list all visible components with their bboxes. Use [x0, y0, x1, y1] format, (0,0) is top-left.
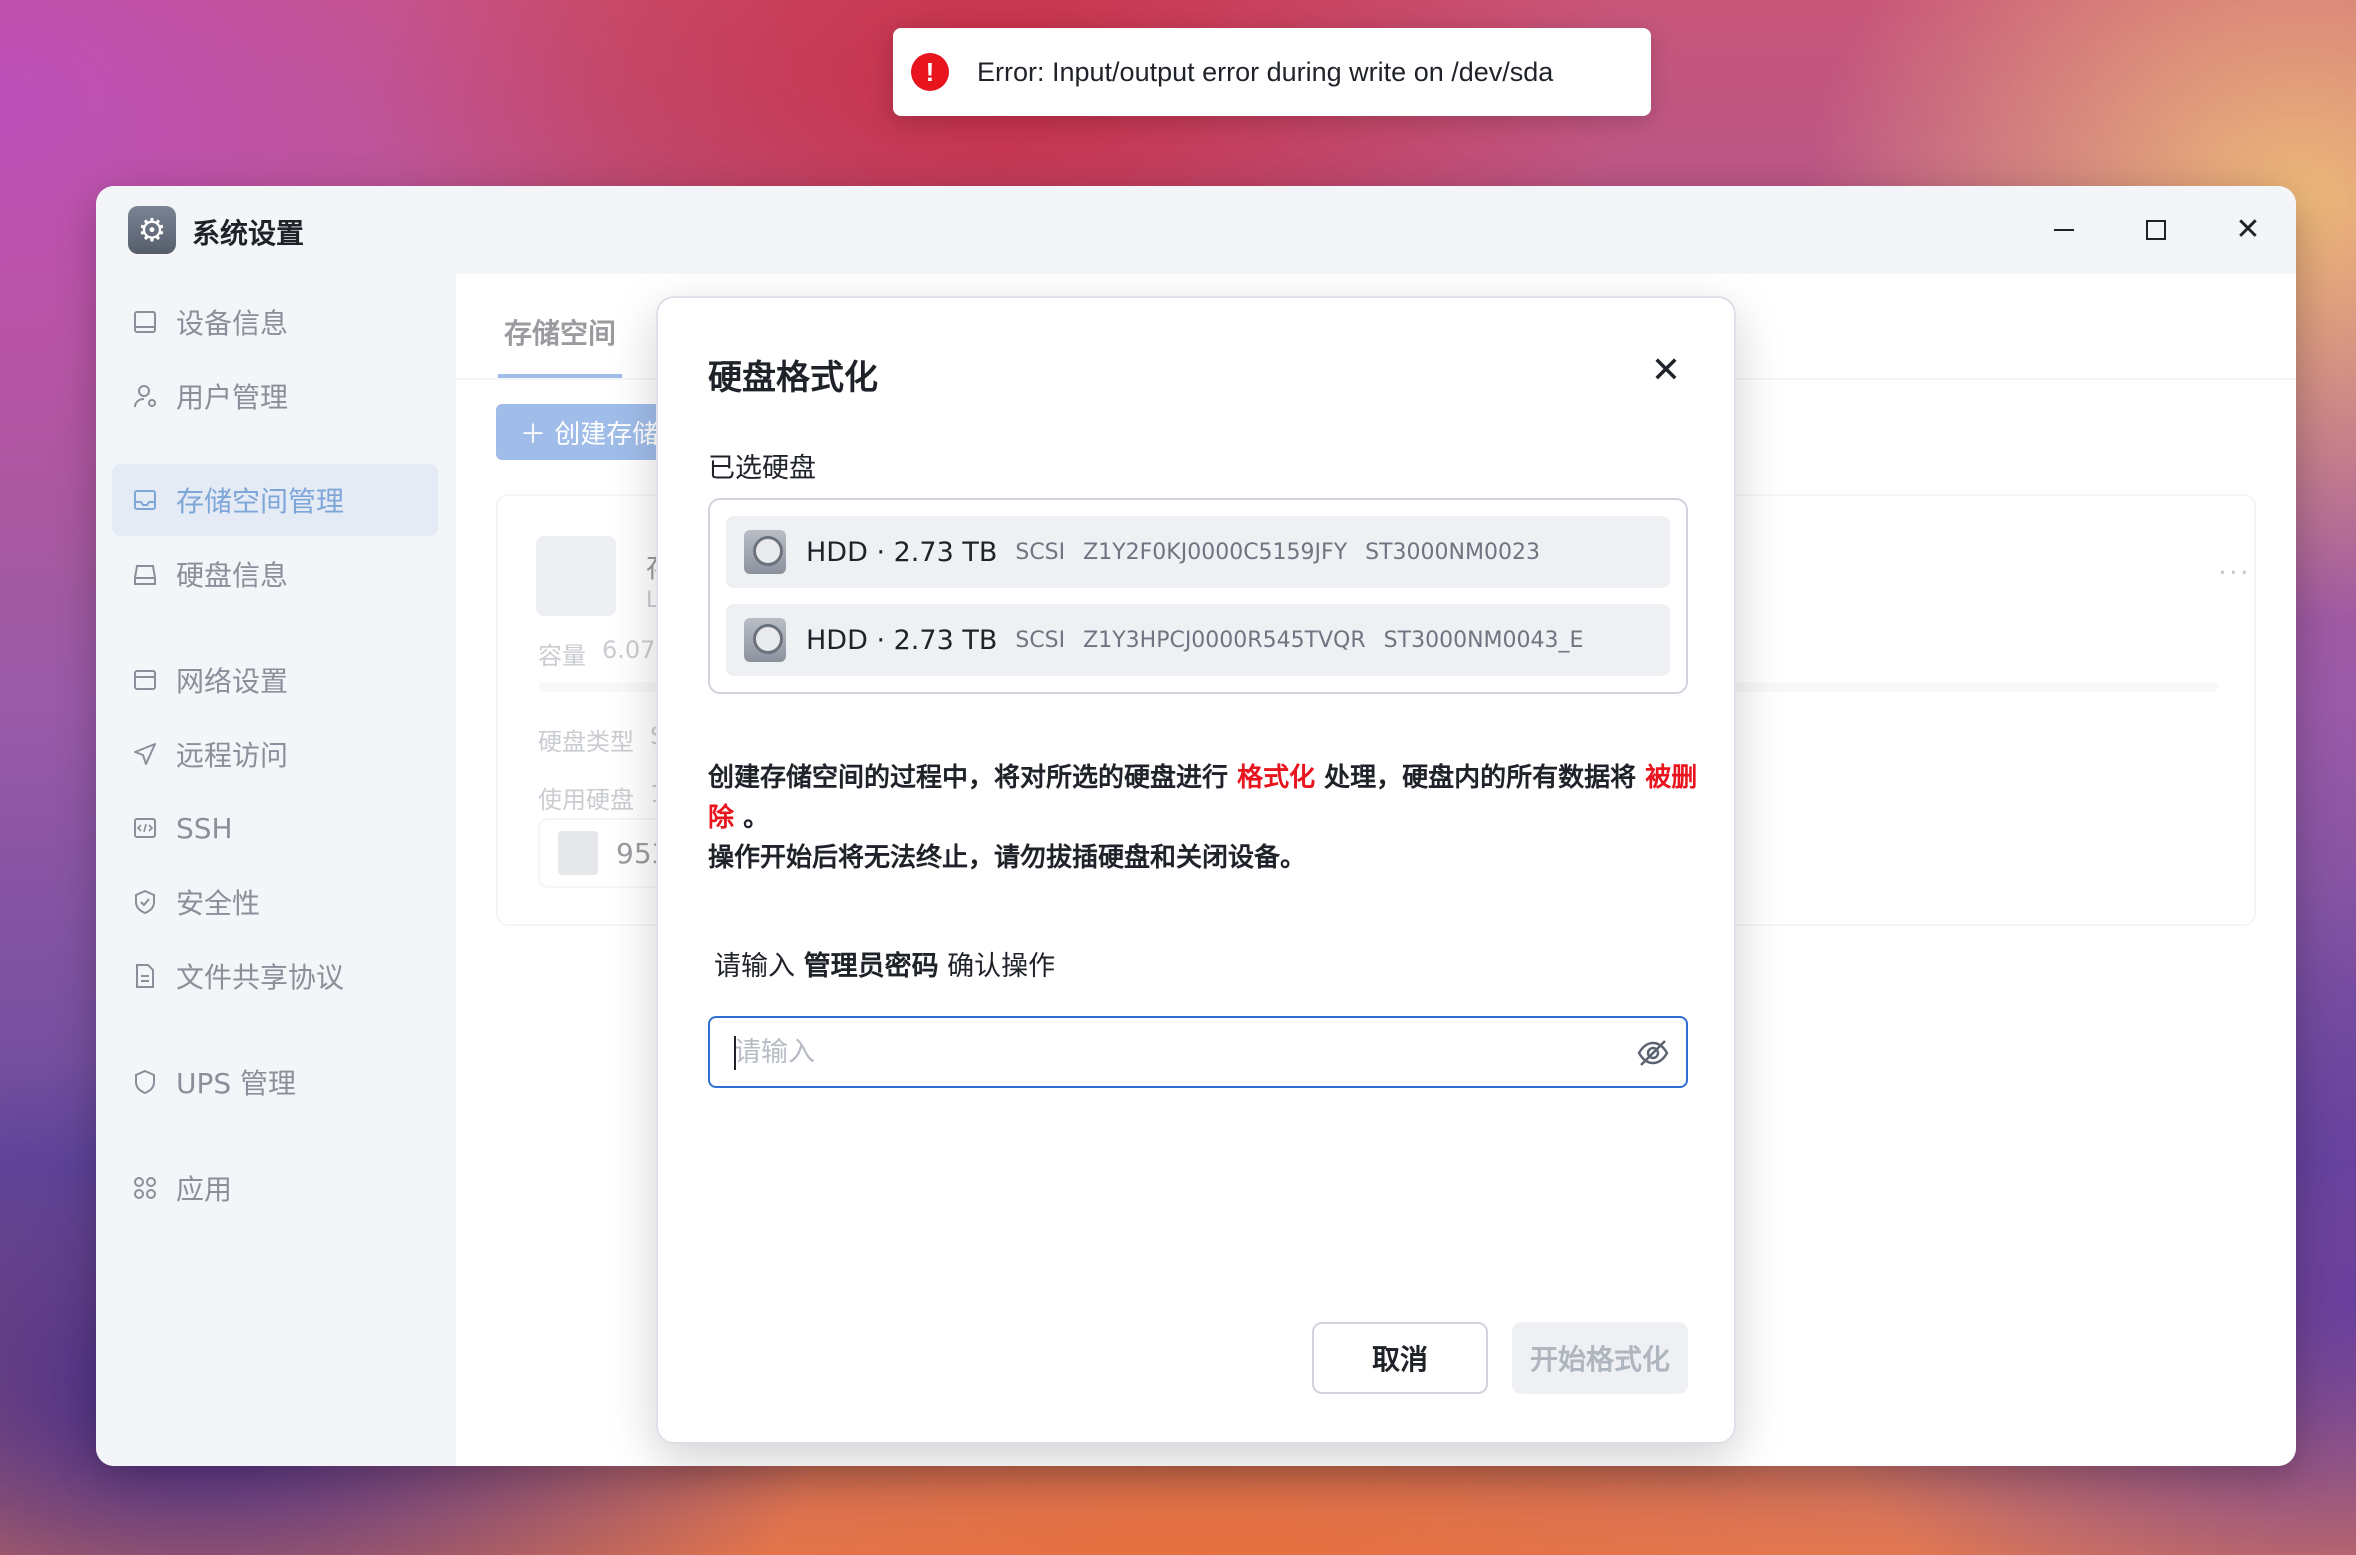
sidebar-item-label: UPS 管理: [176, 1067, 297, 1100]
apps-icon: [130, 1173, 160, 1203]
shield-check-icon: [130, 887, 160, 917]
disk-model: ST3000NM0023: [1365, 539, 1540, 565]
sidebar-item-label: 远程访问: [176, 739, 289, 772]
minimize-button[interactable]: [2042, 208, 2086, 252]
password-prompt-suffix: 确认操作: [938, 951, 1056, 982]
selected-disks-label: 已选硬盘: [708, 453, 816, 484]
sidebar-item-label: 存储空间管理: [176, 485, 345, 518]
cancel-button[interactable]: 取消: [1312, 1322, 1488, 1394]
sidebar-item-label: 设备信息: [176, 307, 289, 340]
sidebar-item-label: 用户管理: [176, 381, 289, 414]
device-icon: [130, 307, 160, 337]
document-icon: [130, 961, 160, 991]
warning-text: 创建存储空间的过程中，将对所选的硬盘进行: [708, 763, 1238, 793]
disk-summary: HDD · 2.73 TB: [806, 624, 998, 656]
storage-icon: [130, 485, 160, 515]
dialog-close-button[interactable]: ✕: [1644, 348, 1688, 392]
ssd-icon: [558, 831, 598, 875]
disk-serial: Z1Y2F0KJ0000C5159JFY: [1083, 539, 1348, 565]
sidebar-item-label: 网络设置: [176, 665, 289, 698]
sidebar: 设备信息 用户管理 存储空间管理 硬盘信息 网络设置 远程访问 SSH 安全性: [96, 274, 456, 1466]
close-icon: ✕: [2235, 212, 2261, 247]
sidebar-item-security[interactable]: 安全性: [112, 866, 438, 938]
close-icon: ✕: [1650, 349, 1682, 391]
sidebar-item-device-info[interactable]: 设备信息: [112, 286, 438, 358]
list-item: HDD · 2.73 TB SCSI Z1Y2F0KJ0000C5159JFY …: [726, 516, 1670, 588]
disk-bus: SCSI: [1015, 627, 1066, 653]
password-prompt-prefix: 请输入: [714, 951, 804, 982]
sidebar-item-apps[interactable]: 应用: [112, 1152, 438, 1224]
disk-model: ST3000NM0043_E: [1383, 627, 1584, 653]
dialog-title: 硬盘格式化: [708, 358, 878, 398]
sidebar-item-label: 文件共享协议: [176, 961, 345, 994]
sidebar-item-label: 硬盘信息: [176, 559, 289, 592]
disk-summary: HDD · 2.73 TB: [806, 536, 998, 568]
password-prompt: 请输入 管理员密码 确认操作: [714, 944, 1055, 983]
text-caret: [734, 1036, 736, 1070]
gear-icon: ⚙: [128, 206, 176, 254]
sidebar-item-ssh[interactable]: SSH: [112, 792, 438, 864]
selected-disks-list: HDD · 2.73 TB SCSI Z1Y2F0KJ0000C5159JFY …: [708, 498, 1688, 694]
format-warning: 创建存储空间的过程中，将对所选的硬盘进行 格式化 处理，硬盘内的所有数据将 被删…: [708, 758, 1698, 878]
sidebar-item-disk-info[interactable]: 硬盘信息: [112, 538, 438, 610]
title-bar: ⚙ 系统设置 ✕: [96, 186, 2296, 274]
eye-off-icon[interactable]: [1636, 1038, 1670, 1068]
disk-bus: SCSI: [1015, 539, 1066, 565]
server-icon: [536, 536, 616, 616]
used-disks-label: 使用硬盘: [538, 786, 634, 814]
sidebar-item-label: 安全性: [176, 887, 261, 920]
sidebar-item-user-management[interactable]: 用户管理: [112, 360, 438, 432]
warning-text: 。: [734, 803, 770, 833]
sidebar-item-file-sharing[interactable]: 文件共享协议: [112, 940, 438, 1012]
window-close-button[interactable]: ✕: [2226, 208, 2270, 252]
user-icon: [130, 381, 160, 411]
sidebar-item-network-settings[interactable]: 网络设置: [112, 644, 438, 716]
maximize-icon: [2146, 220, 2166, 240]
password-prompt-emphasis: 管理员密码: [803, 951, 939, 982]
code-icon: [130, 813, 160, 843]
capacity-label: 容量: [538, 642, 586, 670]
more-icon[interactable]: ···: [2218, 556, 2251, 589]
sidebar-item-storage-management[interactable]: 存储空间管理: [112, 464, 438, 536]
warning-text: 处理，硬盘内的所有数据将: [1315, 763, 1646, 793]
hdd-icon: [744, 618, 786, 662]
sidebar-item-ups[interactable]: UPS 管理: [112, 1046, 438, 1118]
send-icon: [130, 739, 160, 769]
password-input[interactable]: [734, 1022, 1594, 1082]
minimize-icon: [2054, 229, 2074, 231]
window-title: 系统设置: [192, 217, 305, 250]
warning-format-word: 格式化: [1237, 763, 1316, 793]
password-field[interactable]: [708, 1016, 1688, 1088]
format-disk-dialog: 硬盘格式化 ✕ 已选硬盘 HDD · 2.73 TB SCSI Z1Y2F0KJ…: [656, 296, 1736, 1444]
maximize-button[interactable]: [2134, 208, 2178, 252]
start-format-button[interactable]: 开始格式化: [1512, 1322, 1688, 1394]
sidebar-item-label: 应用: [176, 1173, 233, 1206]
warning-line-2: 操作开始后将无法终止，请勿拔插硬盘和关闭设备。: [708, 843, 1307, 873]
disk-icon: [130, 559, 160, 589]
shield-icon: [130, 1067, 160, 1097]
tab-storage[interactable]: 存储空间: [504, 312, 616, 352]
disk-serial: Z1Y3HPCJ0000R545TVQR: [1083, 627, 1366, 653]
error-toast: ! Error: Input/output error during write…: [893, 28, 1651, 116]
list-item: HDD · 2.73 TB SCSI Z1Y3HPCJ0000R545TVQR …: [726, 604, 1670, 676]
sidebar-item-remote-access[interactable]: 远程访问: [112, 718, 438, 790]
sidebar-item-label: SSH: [176, 811, 233, 845]
network-icon: [130, 665, 160, 695]
error-icon: !: [911, 53, 949, 91]
hdd-icon: [744, 530, 786, 574]
disk-type-label: 硬盘类型: [538, 728, 634, 756]
error-message: Error: Input/output error during write o…: [977, 56, 1554, 87]
